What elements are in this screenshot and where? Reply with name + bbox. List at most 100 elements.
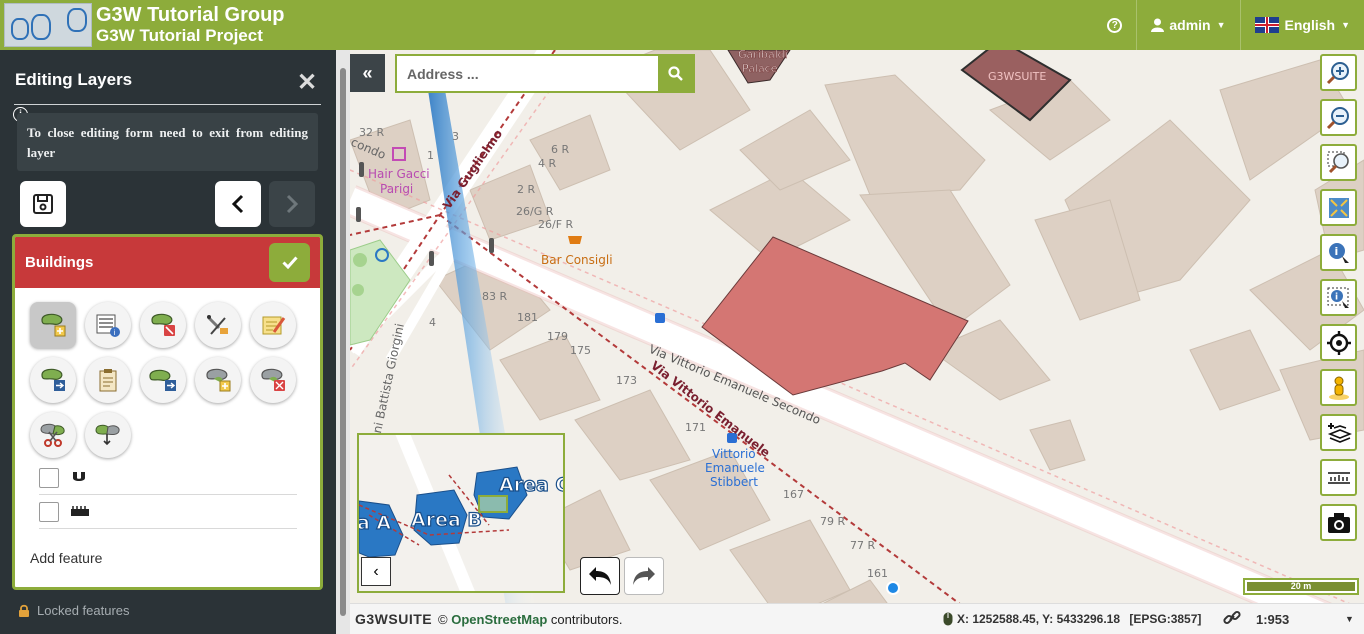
- close-icon[interactable]: ✕: [297, 68, 317, 97]
- move-feature-tool[interactable]: [30, 357, 76, 403]
- address-search: [395, 54, 695, 93]
- ruler-icon: [71, 506, 89, 516]
- zoom-in-icon: [1326, 61, 1349, 84]
- delete-feature-tool[interactable]: [140, 302, 186, 348]
- merge-polygon-icon: [95, 424, 120, 446]
- layer-header: Buildings: [15, 237, 320, 288]
- add-feature-tool[interactable]: [30, 302, 76, 348]
- delete-part-icon: [261, 368, 285, 391]
- edit-multiple-tool[interactable]: [250, 302, 296, 348]
- measure-checkbox[interactable]: [39, 502, 59, 522]
- map-label-bar-consigli: Bar Consigli: [541, 253, 613, 267]
- copyright-symbol: ©: [438, 612, 448, 627]
- map-label-number: 26/G R: [516, 205, 554, 218]
- add-feature-label: Add feature: [30, 550, 103, 566]
- edit-attributes-tool[interactable]: i: [85, 302, 131, 348]
- user-name: admin: [1169, 17, 1211, 33]
- epsg-code: [EPSG:3857]: [1129, 612, 1202, 626]
- redo-button[interactable]: [624, 557, 664, 595]
- add-part-tool[interactable]: [195, 357, 241, 403]
- link-icon[interactable]: [1223, 609, 1241, 627]
- undo-icon: [589, 567, 611, 585]
- streetview-button[interactable]: [1320, 369, 1357, 406]
- attribute-table-icon: i: [96, 314, 120, 337]
- project-logo[interactable]: [4, 3, 92, 47]
- group-title: G3W Tutorial Group: [96, 4, 285, 26]
- layer-editing-panel: Buildings i Add feature: [12, 234, 323, 590]
- screenshot-button[interactable]: [1320, 504, 1357, 541]
- map-label-stop-vittorio: Vittorio: [712, 447, 756, 461]
- address-search-input[interactable]: [397, 56, 659, 91]
- openstreetmap-link[interactable]: OpenStreetMap: [451, 612, 547, 627]
- caret-down-icon: ▼: [1216, 20, 1226, 30]
- magnet-icon: [73, 472, 85, 481]
- pegman-icon: [1328, 376, 1349, 400]
- map-label-garibaldi: Garibaldi: [738, 50, 788, 61]
- measure-button[interactable]: [1320, 459, 1357, 496]
- caret-down-icon: ▼: [1341, 20, 1350, 30]
- scrollbar-thumb[interactable]: [340, 68, 346, 616]
- chevron-right-icon: [286, 194, 299, 214]
- map-label-number: 1: [427, 149, 434, 162]
- camera-icon: [1327, 512, 1350, 533]
- map-label-number: 171: [685, 421, 706, 434]
- scale-bar-label: 20 m: [1247, 582, 1355, 591]
- paste-polygon-icon: [149, 369, 176, 391]
- mouse-icon: [943, 612, 953, 626]
- map-label-hair-gacci: Hair Gacci: [368, 167, 430, 181]
- language-menu[interactable]: English ▼: [1239, 0, 1364, 50]
- zoom-box-button[interactable]: [1320, 144, 1357, 181]
- contributors-text: contributors.: [550, 612, 623, 627]
- merge-feature-tool[interactable]: [85, 412, 131, 458]
- zoom-extent-button[interactable]: [1320, 189, 1357, 226]
- project-title: G3W Tutorial Project: [96, 26, 263, 45]
- sidebar-scrollbar[interactable]: [336, 50, 350, 634]
- sidebar-title: Editing Layers: [15, 70, 133, 89]
- map-attribution: © OpenStreetMap contributors.: [438, 612, 622, 627]
- collapse-sidebar-button[interactable]: «: [350, 54, 385, 92]
- locked-features[interactable]: Locked features: [18, 603, 130, 618]
- query-button[interactable]: i: [1320, 234, 1357, 271]
- zoom-out-icon: [1326, 106, 1349, 129]
- search-icon: [668, 66, 683, 81]
- delete-part-tool[interactable]: [250, 357, 296, 403]
- zoom-out-button[interactable]: [1320, 99, 1357, 136]
- editing-notice: To close editing form need to exit from …: [17, 113, 318, 171]
- save-button[interactable]: [20, 181, 66, 227]
- redo-icon: [633, 567, 655, 585]
- map-label-number: 4 R: [538, 157, 556, 170]
- language-label: English: [1284, 17, 1336, 33]
- snap-checkbox[interactable]: [39, 468, 59, 488]
- overview-area-b: Area B: [411, 509, 482, 531]
- paste-feature-tool[interactable]: [140, 357, 186, 403]
- geolocation-button[interactable]: [1320, 324, 1357, 361]
- map-label-number: 181: [517, 311, 538, 324]
- split-feature-tool[interactable]: [30, 412, 76, 458]
- modify-vertex-tool[interactable]: [195, 302, 241, 348]
- undo-button[interactable]: [580, 557, 620, 595]
- search-button[interactable]: [658, 56, 693, 91]
- help-button[interactable]: ?: [1093, 0, 1136, 50]
- caret-down-icon[interactable]: ▼: [1345, 614, 1354, 624]
- clipboard-icon: [99, 369, 117, 392]
- chevron-left-icon: [231, 194, 244, 214]
- map-label-number: 2 R: [517, 183, 535, 196]
- scissors-split-icon: [40, 423, 65, 447]
- query-box-button[interactable]: i: [1320, 279, 1357, 316]
- confirm-button[interactable]: [269, 243, 310, 282]
- scale-selector[interactable]: 1:953: [1256, 612, 1289, 627]
- copy-feature-tool[interactable]: [85, 357, 131, 403]
- user-menu[interactable]: admin ▼: [1136, 0, 1239, 50]
- top-bar: G3W Tutorial Group G3W Tutorial Project …: [0, 0, 1364, 50]
- overview-toggle-button[interactable]: ‹: [361, 557, 391, 586]
- zoom-in-button[interactable]: [1320, 54, 1357, 91]
- map-label-number: 179: [547, 330, 568, 343]
- user-icon: [1151, 18, 1165, 32]
- undo-step-button[interactable]: [215, 181, 261, 227]
- add-layer-button[interactable]: [1320, 414, 1357, 451]
- add-layer-icon: [1327, 422, 1352, 443]
- g3wsuite-logo[interactable]: G3WSUITE: [355, 611, 432, 627]
- map-label-number: 175: [570, 344, 591, 357]
- redo-step-button[interactable]: [269, 181, 315, 227]
- sidebar: Editing Layers ✕ i To close editing form…: [0, 50, 336, 634]
